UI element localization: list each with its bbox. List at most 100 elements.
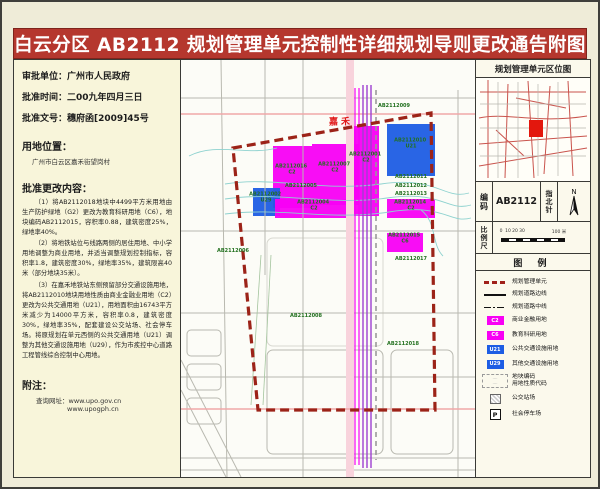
legend-swatch [482, 294, 508, 296]
north-letter: N [571, 188, 576, 196]
code-compass-row: 编码 AB2112 指北针 N [476, 182, 590, 222]
block-label-AB2112004: AB2112004 C2 [297, 200, 331, 212]
code-label: 编码 [479, 193, 490, 211]
road-center-swatch-icon [484, 307, 506, 309]
legend-item: 公交站场 [482, 394, 586, 404]
block-label-AB2112014: AB2112014 C2 [394, 200, 428, 212]
scale-tick: 20 [512, 229, 518, 234]
block-label-AB2112001: AB2112001 C2 [349, 152, 383, 164]
legend-item: U21 公共交通设施用地 [482, 345, 586, 354]
block-label-AB2112015: AB2112015 C6 [388, 233, 422, 245]
approval-line: 批准时间：二00九年四月三日 [22, 90, 172, 103]
legend-label: 规划道路边线 [512, 291, 547, 298]
block-label-AB2112005: AB2112005 [285, 184, 317, 190]
legend-swatch [482, 281, 508, 284]
block-label-AB2112009: AB2112009 [378, 104, 410, 110]
legend-label: 地块编码用地性质代码 [512, 374, 547, 388]
legend-label: 规划管理单元 [512, 279, 547, 286]
block-label-AB2112013: AB2112013 [395, 192, 427, 198]
block-code-sample-icon: ········ [482, 374, 508, 388]
approval-line: 审批单位：广州市人民政府 [22, 69, 172, 82]
content-heading: 批准更改内容： [22, 180, 172, 195]
legend-swatch: U29 [482, 360, 508, 369]
change-paragraph: （3）在嘉禾地铁站东侧预留部分交通设施用地，将AB2112010地块用地性质由商… [22, 281, 172, 362]
scale-row: 比例尺 0102030100 米 [476, 222, 590, 254]
info-panel: 审批单位：广州市人民政府批准时间：二00九年四月三日批准文号：穗府函[2009]… [13, 59, 181, 478]
legend-list: 规划管理单元规划道路边线规划道路中线 C2 商业金融用地 C6 教育科研用地 U21 公共交… [476, 271, 590, 477]
scale-tick: 0 [500, 229, 503, 234]
block-label-AB2112017: AB2112017 [395, 257, 427, 263]
query-url-2[interactable]: www.upogph.cn [67, 405, 172, 413]
block-label-AB2112007: AB2112007 C2 [318, 162, 352, 174]
legend-label: 教育科研用地 [512, 332, 547, 339]
unit-location-marker [529, 120, 543, 137]
legend-swatch [482, 394, 508, 404]
block-label-AB2112012: AB2112012 [395, 184, 427, 190]
location-heading: 用地位置： [22, 138, 172, 153]
change-paragraphs: （1）将AB2112018地块中4499平方米用地由生产防护绿地（G2）更改为教… [22, 198, 172, 361]
block-label-AB2112002: AB2112002 U29 [249, 192, 283, 204]
notice-page: 白云分区 AB2112 规划管理单元控制性详细规划导则更改通告附图 审批单位：广… [0, 0, 600, 489]
notes-url-line: 查询网址：www.upo.gov.cn [36, 395, 172, 405]
scale-bar: 0102030100 米 [493, 222, 590, 253]
reference-panel: 规划管理单元区位图 编码 AB2112 指北针 [475, 59, 591, 478]
approval-line: 批准文号：穗府函[2009]45号 [22, 111, 172, 124]
block-label-AB2112010: AB2112010 U21 [394, 138, 428, 150]
notes-heading: 附注： [22, 377, 172, 392]
legend-item: U29 其他交通设施用地 [482, 360, 586, 369]
scale-tick: 10 [505, 229, 511, 234]
block-label-AB2112016: AB2112016 C2 [275, 164, 309, 176]
query-url-1[interactable]: www.upo.gov.cn [69, 397, 122, 405]
legend-item: 规划道路边线 [482, 291, 586, 298]
legend-label: 其他交通设施用地 [512, 361, 558, 368]
legend-label: 商业金融用地 [512, 317, 547, 324]
legend-item: 规划管理单元 [482, 279, 586, 286]
legend-swatch: P [482, 409, 508, 420]
location-map-title: 规划管理单元区位图 [476, 60, 590, 78]
landuse-swatch-U29: U29 [487, 360, 504, 369]
scale-bar-rule [501, 238, 565, 242]
compass-label: 指北针 [544, 190, 554, 214]
station-label: 嘉禾 [329, 115, 353, 128]
legend-item: P 社会停车场 [482, 409, 586, 420]
url-label: 查询网址： [36, 397, 69, 405]
title-bar: 白云分区 AB2112 规划管理单元控制性详细规划导则更改通告附图 [13, 28, 587, 59]
change-paragraph: （1）将AB2112018地块中4499平方米用地由生产防护绿地（G2）更改为教… [22, 198, 172, 238]
block-label-AB2112008: AB2112008 [290, 314, 322, 320]
block-label-AB2112006: AB2112006 [217, 249, 249, 255]
unit-code: AB2112 [496, 196, 537, 207]
legend-item: 规划道路中线 [482, 304, 586, 311]
legend-item: C6 教育科研用地 [482, 331, 586, 340]
landuse-swatch-C6: C6 [487, 331, 504, 340]
north-arrow-icon: N [563, 186, 585, 218]
legend-swatch: ········ [482, 374, 508, 388]
legend-swatch: C6 [482, 331, 508, 340]
legend-swatch: C2 [482, 316, 508, 325]
block-label-AB2112011: AB2112011 [395, 175, 427, 181]
change-paragraph: （2）将地铁站位与线路两侧的居住用地、中小学用地调整为商业用地，并适当调整规划控… [22, 239, 172, 279]
block-label-AB2112018: AB2112018 [387, 342, 419, 348]
legend-title: 图 例 [476, 254, 590, 271]
bus-station-icon [490, 394, 501, 404]
legend-swatch: U21 [482, 345, 508, 354]
landuse-swatch-U21: U21 [487, 345, 504, 354]
scale-tick: 100 米 [552, 229, 567, 235]
scale-label: 比例尺 [479, 226, 489, 250]
legend-label: 公共交通设施用地 [512, 346, 558, 353]
legend-swatch [482, 307, 508, 309]
legend-label: 公交站场 [512, 395, 535, 402]
parking-icon: P [490, 409, 501, 420]
road-edge-swatch-icon [484, 294, 506, 296]
unit-boundary-swatch-icon [484, 281, 506, 284]
legend-item: C2 商业金融用地 [482, 316, 586, 325]
page-title: 白云分区 AB2112 规划管理单元控制性详细规划导则更改通告附图 [14, 31, 586, 57]
approval-lines: 审批单位：广州市人民政府批准时间：二00九年四月三日批准文号：穗府函[2009]… [22, 69, 172, 124]
legend-item: ········ 地块编码用地性质代码 [482, 374, 586, 388]
location-map [476, 78, 590, 182]
location-value: 广州市白云区嘉禾街望岗村 [32, 156, 172, 166]
legend-label: 社会停车场 [512, 411, 541, 418]
legend-label: 规划道路中线 [512, 304, 547, 311]
landuse-swatch-C2: C2 [487, 316, 504, 325]
location-map-roads [476, 78, 590, 180]
planning-map: AB2112016 C2 AB2112007 C2AB2112001 C2 AB21… [180, 59, 476, 478]
